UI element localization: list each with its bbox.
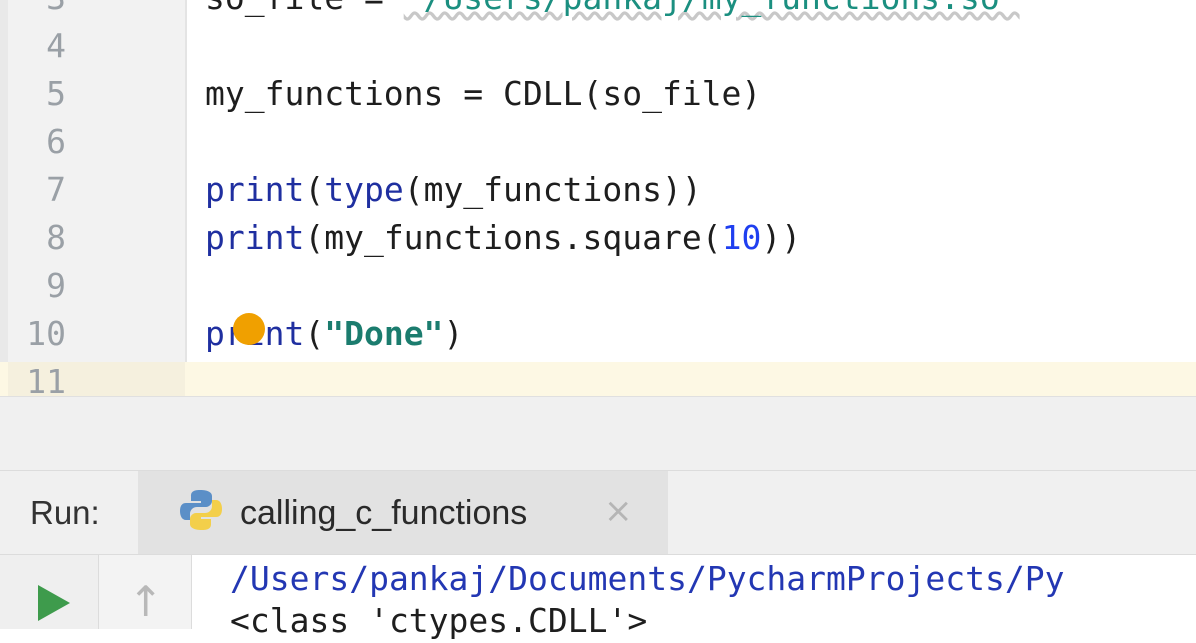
- code-line[interactable]: 7 print(type(my_functions)): [0, 166, 1196, 214]
- code-line[interactable]: 8 print(my_functions.square(10)): [0, 214, 1196, 262]
- rerun-icon[interactable]: [38, 585, 70, 621]
- code-editor[interactable]: 3 so_file = "/Users/pankaj/my_functions.s…: [0, 0, 1196, 396]
- code-token: so_file =: [205, 0, 404, 17]
- line-number: 11: [26, 362, 66, 396]
- python-icon: [178, 487, 224, 533]
- run-tab-label: calling_c_functions: [240, 494, 528, 532]
- run-config-tab[interactable]: calling_c_functions ×: [138, 471, 668, 555]
- code-line[interactable]: 5 my_functions = CDLL(so_file): [0, 70, 1196, 118]
- code-text[interactable]: so_file = "/Users/pankaj/my_functions.so…: [205, 0, 1020, 22]
- code-token: (my_functions)): [403, 170, 702, 209]
- intention-bulb-icon[interactable]: [233, 313, 265, 345]
- line-number: 10: [26, 314, 66, 353]
- run-console-panel: ↑ /Users/pankaj/Documents/PycharmProject…: [0, 554, 1196, 640]
- scroll-up-icon[interactable]: ↑: [128, 579, 163, 625]
- code-token: "/Users/pankaj/my_functions.so": [404, 0, 1020, 17]
- line-number: 7: [46, 170, 66, 209]
- run-label: Run:: [30, 494, 100, 531]
- line-number: 6: [46, 122, 66, 161]
- line-number: 3: [8, 0, 66, 22]
- line-number: 5: [46, 74, 66, 113]
- line-number: 9: [46, 266, 66, 305]
- code-line[interactable]: 3 so_file = "/Users/pankaj/my_functions.s…: [0, 0, 1196, 22]
- code-token: type: [324, 170, 404, 209]
- editor-bottom-panel: [0, 396, 1196, 471]
- code-token: my_functions = CDLL(so_file): [205, 74, 762, 113]
- code-line[interactable]: 10print("Done"): [0, 310, 1196, 358]
- code-token: print: [205, 170, 305, 209]
- code-token: print: [205, 218, 305, 257]
- code-text[interactable]: print(type(my_functions)): [205, 166, 702, 214]
- line-number: 4: [46, 26, 66, 65]
- line-number: 8: [46, 218, 66, 257]
- close-icon[interactable]: ×: [604, 491, 633, 531]
- code-line[interactable]: 11: [0, 358, 1196, 396]
- code-line[interactable]: 6: [0, 118, 1196, 166]
- code-text[interactable]: print(my_functions.square(10)): [205, 214, 801, 262]
- code-line[interactable]: 4: [0, 22, 1196, 70]
- code-token: "Done": [324, 314, 444, 353]
- code-text[interactable]: my_functions = CDLL(so_file): [205, 70, 761, 118]
- console-output-line: <class 'ctypes.CDLL'>: [230, 601, 648, 640]
- console-output-line: /Users/pankaj/Documents/PycharmProjects/…: [230, 559, 1065, 598]
- run-toolbar-primary: [0, 555, 99, 629]
- code-line[interactable]: 9: [0, 262, 1196, 310]
- run-toolbar-secondary: ↑: [99, 555, 192, 629]
- code-token: (: [304, 314, 325, 353]
- code-token: (: [304, 170, 325, 209]
- code-token: ): [443, 314, 464, 353]
- code-token: (my_functions.square(: [304, 218, 722, 257]
- code-token: )): [761, 218, 802, 257]
- run-tool-window-header: Run: calling_c_functions ×: [0, 470, 1196, 555]
- code-token: 10: [721, 218, 762, 257]
